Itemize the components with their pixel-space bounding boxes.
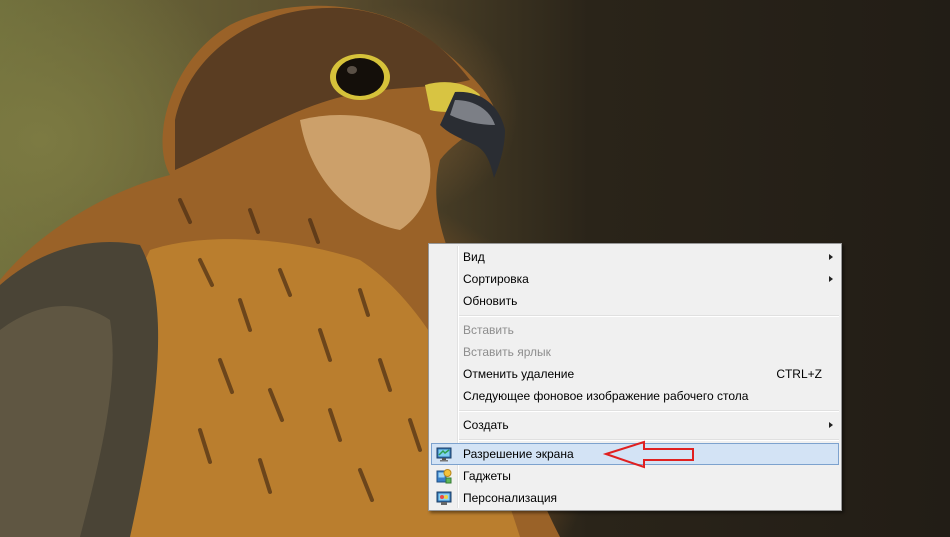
menu-item-paste[interactable]: Вставить [431,319,839,341]
menu-item-label: Создать [463,418,509,432]
menu-item-label: Разрешение экрана [463,447,574,461]
menu-item-refresh[interactable]: Обновить [431,290,839,312]
menu-separator [459,315,839,317]
menu-item-label: Гаджеты [463,469,511,483]
menu-item-sort[interactable]: Сортировка [431,268,839,290]
menu-item-label: Вставить [463,323,514,337]
menu-item-label: Отменить удаление [463,367,575,381]
menu-item-shortcut: CTRL+Z [776,367,822,381]
desktop-context-menu: Вид Сортировка Обновить Вставить Вставит… [428,243,842,511]
menu-item-label: Вставить ярлык [463,345,551,359]
menu-item-new[interactable]: Создать [431,414,839,436]
menu-item-label: Вид [463,250,485,264]
gadgets-icon [436,469,452,484]
menu-item-personalization[interactable]: Персонализация [431,487,839,509]
menu-separator [459,410,839,412]
menu-item-label: Обновить [463,294,518,308]
screen-resolution-icon [436,447,452,462]
desktop-wallpaper[interactable]: Вид Сортировка Обновить Вставить Вставит… [0,0,950,537]
menu-item-view[interactable]: Вид [431,246,839,268]
submenu-arrow-icon [829,276,833,282]
menu-item-label: Персонализация [463,491,558,505]
submenu-arrow-icon [829,422,833,428]
red-arrow-annotation-icon [602,440,694,469]
personalization-icon [436,491,452,505]
menu-item-label: Следующее фоновое изображение рабочего с… [463,389,749,403]
menu-item-paste-shortcut[interactable]: Вставить ярлык [431,341,839,363]
menu-item-undo-delete[interactable]: Отменить удаление CTRL+Z [431,363,839,385]
menu-item-label: Сортировка [463,272,529,286]
submenu-arrow-icon [829,254,833,260]
menu-item-next-background[interactable]: Следующее фоновое изображение рабочего с… [431,385,839,407]
